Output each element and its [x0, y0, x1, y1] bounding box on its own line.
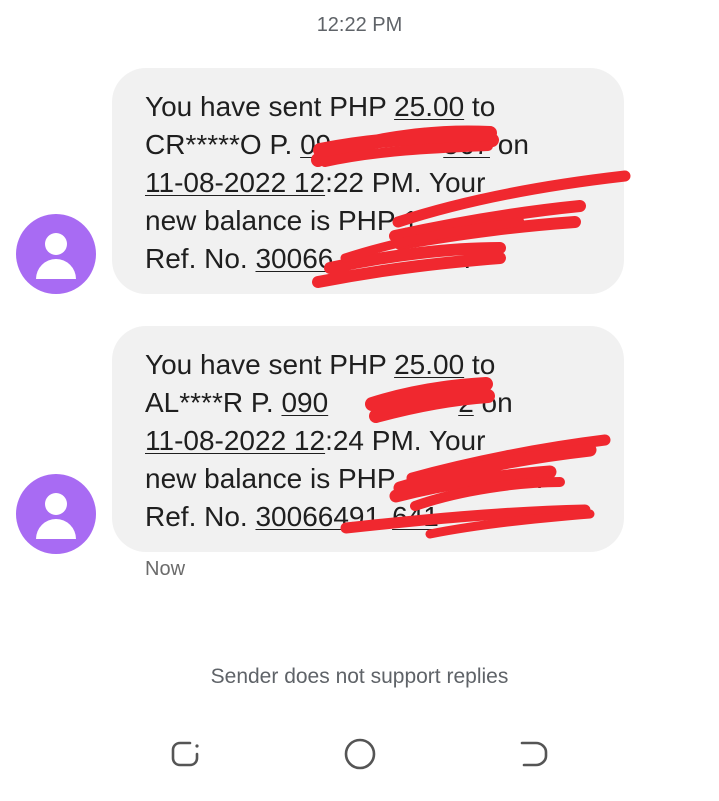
- message-line-4: new balance is PHP 1.: [145, 205, 547, 236]
- person-icon: [45, 233, 67, 255]
- sender-avatar[interactable]: [16, 474, 96, 554]
- message-timestamp: Now: [145, 558, 186, 580]
- reference-number-link[interactable]: 30066: [255, 243, 463, 274]
- home-icon[interactable]: [343, 737, 377, 771]
- amount-link[interactable]: 25.00: [394, 91, 464, 122]
- message-line-5: Ref. No. 30066.: [145, 243, 472, 274]
- message-line-3: 11-08-2022 12:22 PM. Your: [145, 167, 486, 198]
- message-line-2: AL****R P. 090 2 on: [145, 387, 513, 418]
- message-bubble[interactable]: You have sent PHP 25.00 to CR*****O P. 0…: [112, 68, 624, 294]
- message-bubble[interactable]: You have sent PHP 25.00 to AL****R P. 09…: [112, 326, 624, 552]
- message-line-1: You have sent PHP 25.00 to: [145, 91, 496, 122]
- message-line-4: new balance is PHP.: [145, 463, 544, 494]
- message-line-1: You have sent PHP 25.00 to: [145, 349, 496, 380]
- message-line-3: 11-08-2022 12:24 PM. Your: [145, 425, 486, 456]
- message-line-5: Ref. No. 30066491 641: [145, 501, 439, 532]
- phone-number-link[interactable]: 09 567: [300, 129, 490, 160]
- sender-avatar[interactable]: [16, 214, 96, 294]
- amount-link[interactable]: 25.00: [394, 349, 464, 380]
- no-replies-notice: Sender does not support replies: [210, 665, 509, 688]
- phone-number-link[interactable]: 090 2: [281, 387, 473, 418]
- person-icon: [45, 493, 67, 515]
- messages-screen: 12:22 PM You have sent PHP 25.00 to CR**…: [0, 0, 719, 801]
- message-row: You have sent PHP 25.00 to CR*****O P. 0…: [0, 68, 719, 294]
- conversation-timestamp: 12:22 PM: [316, 14, 403, 36]
- message-row: You have sent PHP 25.00 to AL****R P. 09…: [0, 326, 719, 554]
- recent-apps-icon[interactable]: [168, 737, 202, 771]
- back-icon[interactable]: [517, 737, 551, 771]
- balance-value: 1: [402, 205, 419, 236]
- message-line-2: CR*****O P. 09 567 on: [145, 129, 529, 160]
- date-link[interactable]: 11-08-2022 12: [145, 167, 325, 198]
- date-link[interactable]: 11-08-2022 12: [145, 425, 325, 456]
- reference-number-link[interactable]: 30066491 641: [255, 501, 438, 532]
